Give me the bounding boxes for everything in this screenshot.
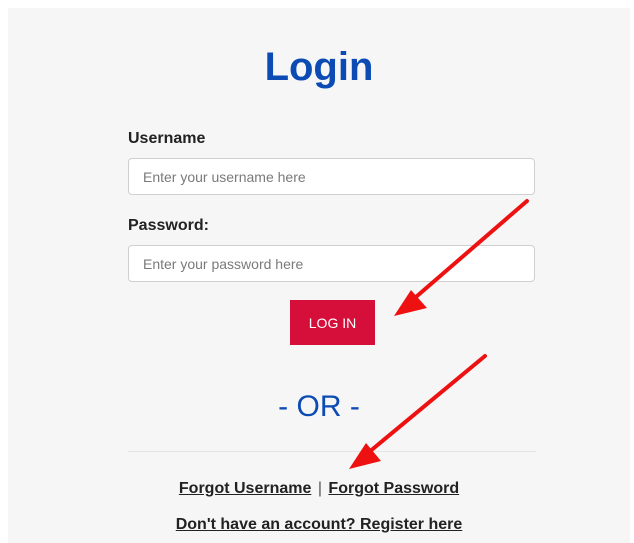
password-input[interactable] (128, 245, 535, 282)
register-row: Don't have an account? Register here (8, 515, 630, 535)
login-button[interactable]: LOG IN (290, 300, 375, 345)
register-link[interactable]: Don't have an account? Register here (176, 516, 463, 533)
recovery-links: Forgot Username | Forgot Password (8, 479, 630, 499)
page-title: Login (264, 45, 374, 89)
link-separator: | (317, 480, 322, 497)
password-label: Password: (128, 217, 209, 234)
divider-line (128, 451, 536, 452)
forgot-password-link[interactable]: Forgot Password (328, 480, 459, 497)
username-input[interactable] (128, 158, 535, 195)
forgot-username-link[interactable]: Forgot Username (179, 480, 311, 497)
username-label: Username (128, 130, 206, 147)
or-divider: - OR - (278, 390, 360, 423)
